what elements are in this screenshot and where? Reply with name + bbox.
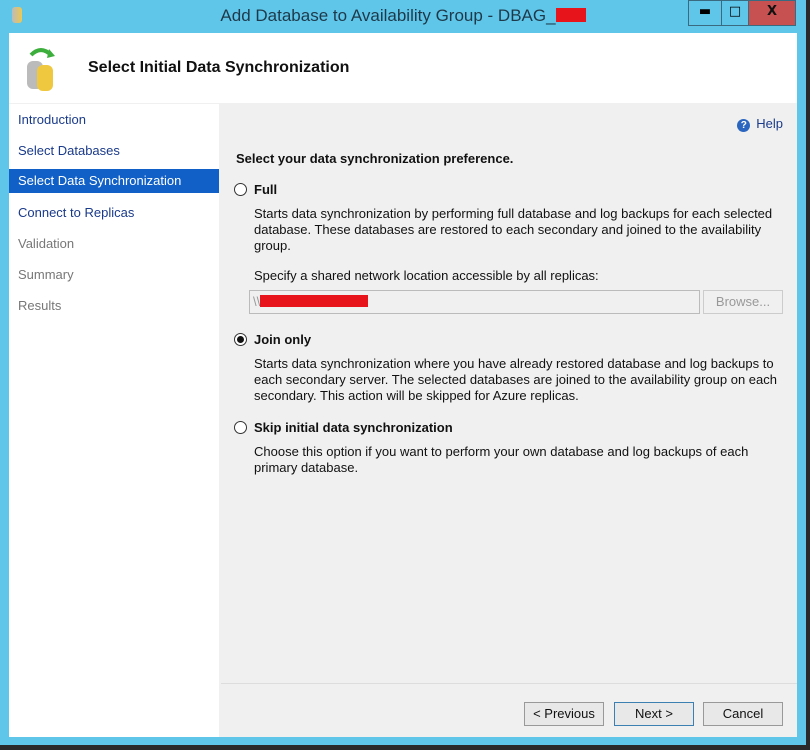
share-label: Specify a shared network location access… <box>254 268 599 283</box>
prompt: Select your data synchronization prefere… <box>236 151 514 166</box>
browse-button[interactable]: Browse... <box>703 290 783 314</box>
join-description: Starts data synchronization where you ha… <box>254 356 777 403</box>
redacted-block <box>260 295 369 307</box>
next-button[interactable]: Next > <box>614 702 694 726</box>
wizard-nav: Introduction Select Databases Select Dat… <box>9 104 219 737</box>
label-full[interactable]: Full <box>254 182 277 197</box>
nav-connect-to-replicas[interactable]: Connect to Replicas <box>9 197 219 228</box>
divider <box>221 683 797 684</box>
nav-validation: Validation <box>18 236 75 251</box>
database-sync-icon <box>27 48 55 91</box>
maximize-button[interactable]: □ <box>721 0 749 26</box>
nav-summary: Summary <box>18 267 74 282</box>
radio-join-only[interactable] <box>234 333 247 346</box>
main-panel: ? Help Select your data synchronization p… <box>221 104 797 737</box>
skip-description: Choose this option if you want to perfor… <box>254 444 749 475</box>
nav-results: Results <box>18 298 62 313</box>
nav-select-data-synchronization[interactable]: Select Data Synchronization <box>9 169 219 193</box>
previous-button[interactable]: < Previous <box>524 702 604 726</box>
cancel-button[interactable]: Cancel <box>703 702 783 726</box>
nav-select-databases[interactable]: Select Databases <box>9 135 219 166</box>
page-title: Select Initial Data Synchronization <box>88 59 350 76</box>
window-title: Add Database to Availability Group - DBA… <box>220 6 556 25</box>
dialog-window: Add Database to Availability Group - DBA… <box>0 0 806 745</box>
radio-skip[interactable] <box>234 421 247 434</box>
help-link[interactable]: ? Help <box>737 116 783 132</box>
label-skip[interactable]: Skip initial data synchronization <box>254 420 453 435</box>
dialog-client: Select Initial Data Synchronization Intr… <box>9 33 797 737</box>
close-button[interactable]: X <box>748 0 796 26</box>
title-bar[interactable]: Add Database to Availability Group - DBA… <box>0 0 806 32</box>
nav-introduction[interactable]: Introduction <box>9 104 219 135</box>
help-icon: ? <box>737 119 751 132</box>
page-header: Select Initial Data Synchronization <box>9 33 797 103</box>
label-join-only[interactable]: Join only <box>254 332 311 347</box>
radio-full[interactable] <box>234 183 247 196</box>
redacted-block <box>555 8 586 22</box>
minimize-button[interactable]: ▬ <box>688 0 722 26</box>
share-location-input[interactable]: \\ <box>249 290 700 314</box>
help-label: Help <box>756 116 783 131</box>
share-value: \\ <box>253 294 261 309</box>
full-description: Starts data synchronization by performin… <box>254 206 773 253</box>
